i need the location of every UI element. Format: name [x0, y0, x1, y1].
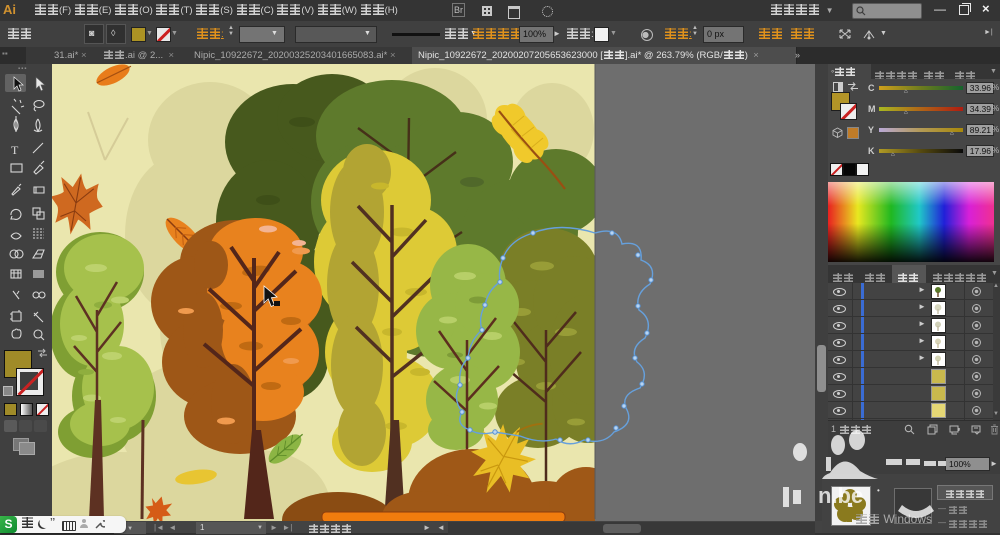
svg-text:T: T: [11, 143, 19, 157]
